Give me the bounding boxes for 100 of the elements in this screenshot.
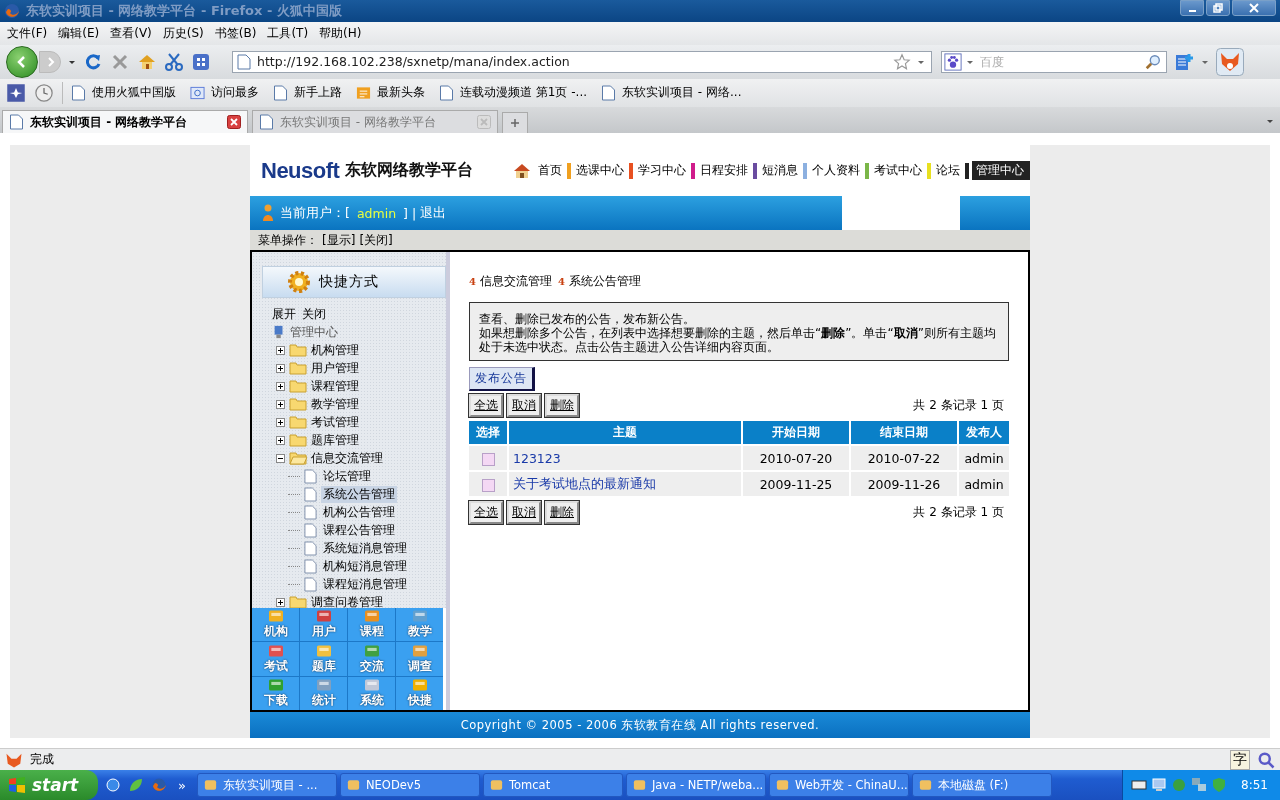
expander-icon[interactable] bbox=[276, 363, 285, 373]
expander-icon[interactable] bbox=[276, 399, 285, 409]
restore-button[interactable] bbox=[1206, 0, 1230, 16]
scissors-icon[interactable] bbox=[164, 51, 184, 72]
status-text: 完成 bbox=[30, 751, 54, 769]
bookmark-item[interactable]: 新手上路 bbox=[273, 84, 342, 102]
bookmark-item[interactable]: 使用火狐中国版 bbox=[71, 84, 176, 102]
reload-icon[interactable] bbox=[83, 51, 103, 72]
minimize-button[interactable] bbox=[1180, 0, 1204, 16]
monitor-icon[interactable] bbox=[1151, 777, 1168, 793]
nav-link[interactable]: 日程安排 bbox=[698, 161, 750, 181]
breadcrumb-link[interactable]: 信息交流管理 bbox=[479, 272, 552, 290]
tree-item[interactable]: 考试管理 bbox=[311, 413, 359, 431]
publish-button[interactable]: 发布公告 bbox=[469, 367, 535, 392]
more-chevron[interactable]: » bbox=[178, 777, 186, 793]
breadcrumb-link[interactable]: 系统公告管理 bbox=[568, 272, 641, 290]
nav-link[interactable]: 选课中心 bbox=[574, 161, 626, 181]
address-bar[interactable]: http://192.168.102.238/sxnetp/mana/index.action bbox=[232, 50, 932, 73]
bookmark-item[interactable]: 连载动漫频道 第1页 -... bbox=[439, 84, 588, 102]
bookmark-icon[interactable] bbox=[6, 82, 26, 103]
clock-icon[interactable] bbox=[34, 82, 54, 103]
subject-link[interactable]: 123123 bbox=[513, 450, 561, 466]
bookmark-item[interactable]: 最新头条 bbox=[356, 84, 425, 102]
row-checkbox[interactable] bbox=[481, 452, 495, 466]
keyboard-icon[interactable] bbox=[1131, 777, 1148, 793]
tree-item[interactable]: 课程短消息管理 bbox=[321, 575, 409, 593]
tab-close-icon[interactable] bbox=[227, 115, 241, 130]
action-button[interactable]: 取消 bbox=[507, 500, 541, 524]
row-checkbox[interactable] bbox=[481, 478, 495, 492]
tree-item[interactable]: 题库管理 bbox=[311, 431, 359, 449]
expander-icon[interactable] bbox=[276, 435, 285, 445]
tree-item[interactable]: 机构公告管理 bbox=[321, 503, 397, 521]
menu-op-link[interactable]: [关闭] bbox=[359, 231, 393, 249]
leaf-icon[interactable] bbox=[128, 777, 144, 793]
taskbar-item[interactable]: Web开发 - ChinaU... bbox=[768, 773, 909, 797]
note-add-icon[interactable] bbox=[1174, 51, 1194, 72]
back-button[interactable] bbox=[6, 45, 38, 78]
taskbar-item[interactable]: Java - NETP/weba... bbox=[625, 773, 766, 797]
globe-icon[interactable] bbox=[105, 777, 121, 793]
ime-indicator[interactable]: 字 bbox=[1230, 749, 1250, 770]
expander-icon[interactable] bbox=[276, 345, 285, 355]
menu-item[interactable]: 文件(F) bbox=[3, 24, 55, 42]
action-button[interactable]: 取消 bbox=[507, 393, 541, 417]
tree-item[interactable]: 课程管理 bbox=[311, 377, 359, 395]
close-button[interactable] bbox=[1232, 0, 1276, 16]
star-icon[interactable] bbox=[893, 52, 911, 71]
taskbar-item[interactable]: 东软实训项目 - ... bbox=[196, 773, 337, 797]
nav-link[interactable]: 个人资料 bbox=[810, 161, 862, 181]
nav-link[interactable]: 论坛 bbox=[934, 161, 962, 181]
nav-link[interactable]: 学习中心 bbox=[636, 161, 688, 181]
action-button[interactable]: 全选 bbox=[469, 393, 503, 417]
menu-item[interactable]: 书签(B) bbox=[210, 24, 264, 42]
action-button[interactable]: 删除 bbox=[545, 393, 579, 417]
nav-link[interactable]: 考试中心 bbox=[872, 161, 924, 181]
taskbar-item[interactable]: NEODev5 bbox=[339, 773, 480, 797]
action-button[interactable]: 全选 bbox=[469, 500, 503, 524]
taskbar-item[interactable]: Tomcat bbox=[482, 773, 623, 797]
tree-root[interactable]: 管理中心 bbox=[290, 323, 338, 341]
expander-icon[interactable] bbox=[276, 597, 285, 607]
action-button[interactable]: 删除 bbox=[545, 500, 579, 524]
dropdown-icon[interactable] bbox=[1266, 117, 1274, 126]
expander-icon[interactable] bbox=[276, 453, 285, 463]
tree-item[interactable]: 用户管理 bbox=[311, 359, 359, 377]
tree-item[interactable]: 机构管理 bbox=[311, 341, 359, 359]
window-icon[interactable] bbox=[191, 51, 211, 72]
menu-item[interactable]: 工具(T) bbox=[263, 24, 316, 42]
search-input[interactable]: 百度 bbox=[978, 53, 1140, 70]
tree-item[interactable]: 课程公告管理 bbox=[321, 521, 397, 539]
expander-icon[interactable] bbox=[276, 417, 285, 427]
tree-item[interactable]: 调查问卷管理 bbox=[311, 593, 383, 609]
tree-control-link[interactable]: 展开 bbox=[272, 305, 296, 323]
taskbar-item[interactable]: 本地磁盘 (F:) bbox=[911, 773, 1052, 797]
logout-link[interactable]: 退出 bbox=[420, 204, 447, 222]
search-box[interactable]: 百度 bbox=[941, 50, 1167, 73]
copyright-text: Copyright © 2005 - 2006 东软教育在线 All rights reserved. bbox=[460, 717, 820, 733]
tree-item[interactable]: 机构短消息管理 bbox=[321, 557, 409, 575]
nav-link[interactable]: 首页 bbox=[536, 161, 564, 181]
new-tab-button[interactable] bbox=[502, 112, 528, 134]
search-icon[interactable] bbox=[1144, 52, 1162, 71]
tree-item[interactable]: 论坛管理 bbox=[321, 467, 373, 485]
paw-icon[interactable] bbox=[944, 52, 962, 71]
nav-link[interactable]: 管理中心 bbox=[972, 161, 1030, 181]
nav-link[interactable]: 短消息 bbox=[760, 161, 800, 181]
tree-item[interactable]: 系统公告管理 bbox=[321, 485, 397, 503]
menu-item[interactable]: 编辑(E) bbox=[54, 24, 107, 42]
expander-icon[interactable] bbox=[276, 381, 285, 391]
tree-item[interactable]: 教学管理 bbox=[311, 395, 359, 413]
fox-avatar-icon[interactable] bbox=[1216, 47, 1244, 76]
tree-item[interactable]: 信息交流管理 bbox=[311, 449, 383, 467]
browser-tab[interactable]: 东软实训项目 - 网络教学平台 bbox=[252, 110, 498, 134]
bookmark-item[interactable]: 东软实训项目 - 网络... bbox=[601, 84, 742, 102]
menu-item[interactable]: 查看(V) bbox=[106, 24, 159, 42]
menu-op-link[interactable]: [显示] bbox=[322, 231, 356, 249]
bookmark-item[interactable]: 访问最多 bbox=[190, 84, 259, 102]
tree-item[interactable]: 系统短消息管理 bbox=[321, 539, 409, 557]
menu-item[interactable]: 历史(S) bbox=[158, 24, 211, 42]
browser-tab[interactable]: 东软实训项目 - 网络教学平台 bbox=[2, 110, 248, 134]
tree-control-link[interactable]: 关闭 bbox=[302, 305, 326, 323]
clock: 8:51 bbox=[1241, 778, 1268, 792]
menu-item[interactable]: 帮助(H) bbox=[315, 24, 369, 42]
